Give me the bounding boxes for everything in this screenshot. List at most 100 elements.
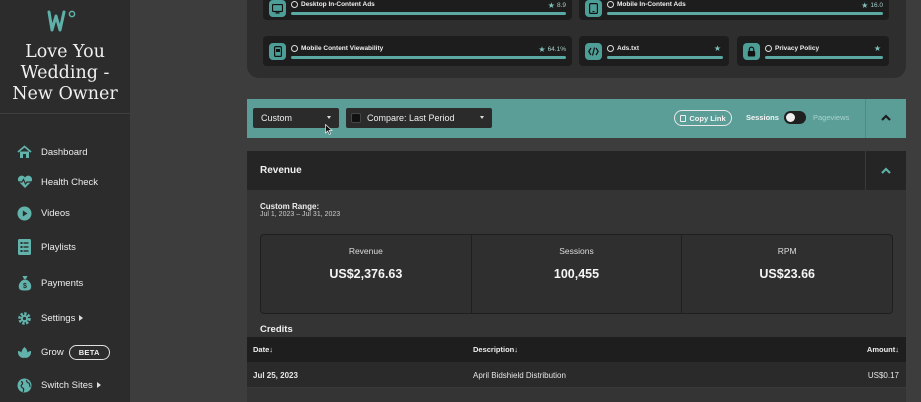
- date-range-select-value: Custom: [261, 113, 293, 123]
- health-item-name-text: Ads.txt: [617, 45, 640, 52]
- chevron-up-icon[interactable]: [880, 112, 892, 124]
- metric-rpm: RPM US$23.66: [682, 235, 892, 313]
- sidebar-item-label: Health Check: [41, 176, 99, 188]
- sidebar-item-settings[interactable]: Settings: [16, 307, 84, 329]
- heartbeat-icon: [16, 174, 33, 191]
- health-item-bar: [765, 56, 883, 59]
- site-title-line: Love You: [25, 42, 105, 62]
- health-item-bar: [291, 56, 566, 59]
- metric-name: Revenue: [348, 246, 383, 256]
- svg-text:$: $: [23, 283, 27, 290]
- sidebar-item-label: Dashboard: [41, 146, 88, 158]
- star-icon: ★: [538, 45, 546, 54]
- health-item-name: Mobile In-Content Ads: [607, 1, 686, 8]
- credits-title: Credits: [260, 324, 293, 335]
- mobile-icon: [269, 43, 286, 60]
- health-item-bar: [291, 12, 566, 15]
- sidebar-item-label: Videos: [41, 207, 70, 219]
- sidebar-item-label: Playlists: [41, 241, 76, 253]
- site-title: Love You Wedding - New Owner: [0, 42, 130, 105]
- health-item-name: Ads.txt: [607, 45, 639, 52]
- metric-revenue: Revenue US$2,376.63: [261, 235, 472, 313]
- health-item-score: ★: [874, 44, 883, 53]
- sidebar-item-dashboard[interactable]: Dashboard: [16, 141, 87, 163]
- metric-value: US$2,376.63: [329, 267, 403, 281]
- play-icon: [16, 205, 33, 222]
- sidebar-item-label: Settings: [41, 313, 84, 324]
- info-icon: [291, 45, 298, 52]
- column-header-date[interactable]: Date↓: [253, 345, 273, 354]
- star-icon: ★: [547, 1, 555, 10]
- sidebar-divider: [0, 113, 130, 114]
- health-item-name-text: Mobile Content Viewability: [301, 45, 384, 52]
- caret-right-icon: [79, 314, 84, 321]
- sidebar-item-health-check[interactable]: Health Check: [16, 171, 98, 193]
- sidebar-item-grow[interactable]: Grow BETA: [16, 341, 110, 363]
- beta-badge: BETA: [68, 344, 110, 360]
- health-item-name-text: Mobile In-Content Ads: [617, 1, 686, 8]
- chevron-up-icon[interactable]: [880, 165, 892, 177]
- revenue-panel-title: Revenue: [260, 165, 302, 176]
- sidebar-item-playlists[interactable]: Playlists: [16, 236, 76, 258]
- header-divider: [865, 151, 866, 190]
- column-header-amount[interactable]: Amount↓: [867, 345, 899, 354]
- tablet-icon: [585, 0, 602, 17]
- sessions-toggle-label: Sessions: [746, 113, 779, 122]
- leaf-icon: [16, 344, 33, 361]
- star-icon: ★: [713, 44, 721, 53]
- list-icon: [16, 239, 33, 256]
- health-item-name: Mobile Content Viewability: [291, 45, 383, 52]
- health-item-bar: [607, 12, 883, 15]
- sidebar-item-switch-sites[interactable]: Switch Sites: [16, 374, 101, 396]
- health-item-name-text: Desktop In-Content Ads: [301, 1, 375, 8]
- row-date: Jul 25, 2023: [253, 371, 298, 380]
- health-item-mobile-content-viewability[interactable]: Mobile Content Viewability ★ 64.1%: [263, 36, 572, 66]
- metric-value: US$23.66: [759, 267, 815, 281]
- compare-checkbox[interactable]: [351, 113, 361, 123]
- health-item-privacy-policy[interactable]: Privacy Policy ★: [737, 36, 889, 66]
- sessions-pageviews-toggle[interactable]: [784, 111, 806, 124]
- toggle-knob: [786, 113, 795, 122]
- health-item-desktop-in-content-ads[interactable]: Desktop In-Content Ads ★ 8.9: [263, 0, 572, 20]
- row-amount: US$0.17: [867, 371, 899, 380]
- credits-table-header: Date↓ Description↓ Amount↓: [247, 337, 906, 362]
- sidebar-item-label-text: Switch Sites: [41, 379, 93, 391]
- health-item-ads-txt[interactable]: Ads.txt ★: [579, 36, 729, 66]
- metric-sessions: Sessions 100,455: [472, 235, 683, 313]
- report-toolbar: Custom Compare: Last Period Copy Link Se…: [247, 99, 906, 138]
- column-header-description[interactable]: Description↓: [473, 345, 518, 354]
- health-item-score: ★ 8.9: [548, 1, 566, 10]
- info-icon: [291, 1, 298, 8]
- sidebar-item-videos[interactable]: Videos: [16, 202, 70, 224]
- sidebar-item-label: Switch Sites: [41, 380, 101, 391]
- custom-range-value: Jul 1, 2023 – Jul 31, 2023: [260, 211, 341, 218]
- metric-value: 100,455: [553, 267, 600, 281]
- desktop-icon: [269, 0, 286, 17]
- money-bag-icon: $: [16, 275, 33, 292]
- custom-range-label: Custom Range:: [260, 202, 320, 211]
- mouse-cursor-icon: [325, 124, 333, 135]
- site-title-line: New Owner: [12, 84, 118, 104]
- revenue-panel: Revenue Custom Range: Jul 1, 2023 – Jul …: [247, 151, 906, 402]
- metric-name: RPM: [777, 246, 797, 256]
- compare-select[interactable]: Compare: Last Period: [346, 108, 492, 128]
- health-item-mobile-in-content-ads[interactable]: Mobile In-Content Ads ★ 16.0: [579, 0, 889, 20]
- chevron-down-icon: [327, 116, 331, 119]
- info-icon: [765, 45, 772, 52]
- health-item-score-text: 16.0: [870, 2, 883, 9]
- health-item-name-text: Privacy Policy: [775, 45, 820, 52]
- info-icon: [607, 45, 614, 52]
- brand-logo-icon[interactable]: [47, 10, 77, 32]
- home-icon: [16, 144, 33, 161]
- lock-icon: [743, 43, 760, 60]
- chevron-down-icon: [480, 116, 484, 119]
- app-root: Love You Wedding - New Owner Dashboard H…: [0, 0, 921, 402]
- star-icon: ★: [873, 44, 881, 53]
- copy-link-button[interactable]: Copy Link: [674, 110, 732, 126]
- health-item-score: ★ 64.1%: [538, 45, 566, 54]
- row-description: April Bidshield Distribution: [473, 371, 566, 380]
- revenue-panel-header: Revenue: [247, 151, 906, 190]
- copy-icon: [680, 114, 687, 122]
- sidebar-item-payments[interactable]: $ Payments: [16, 272, 83, 294]
- gear-icon: [16, 310, 33, 327]
